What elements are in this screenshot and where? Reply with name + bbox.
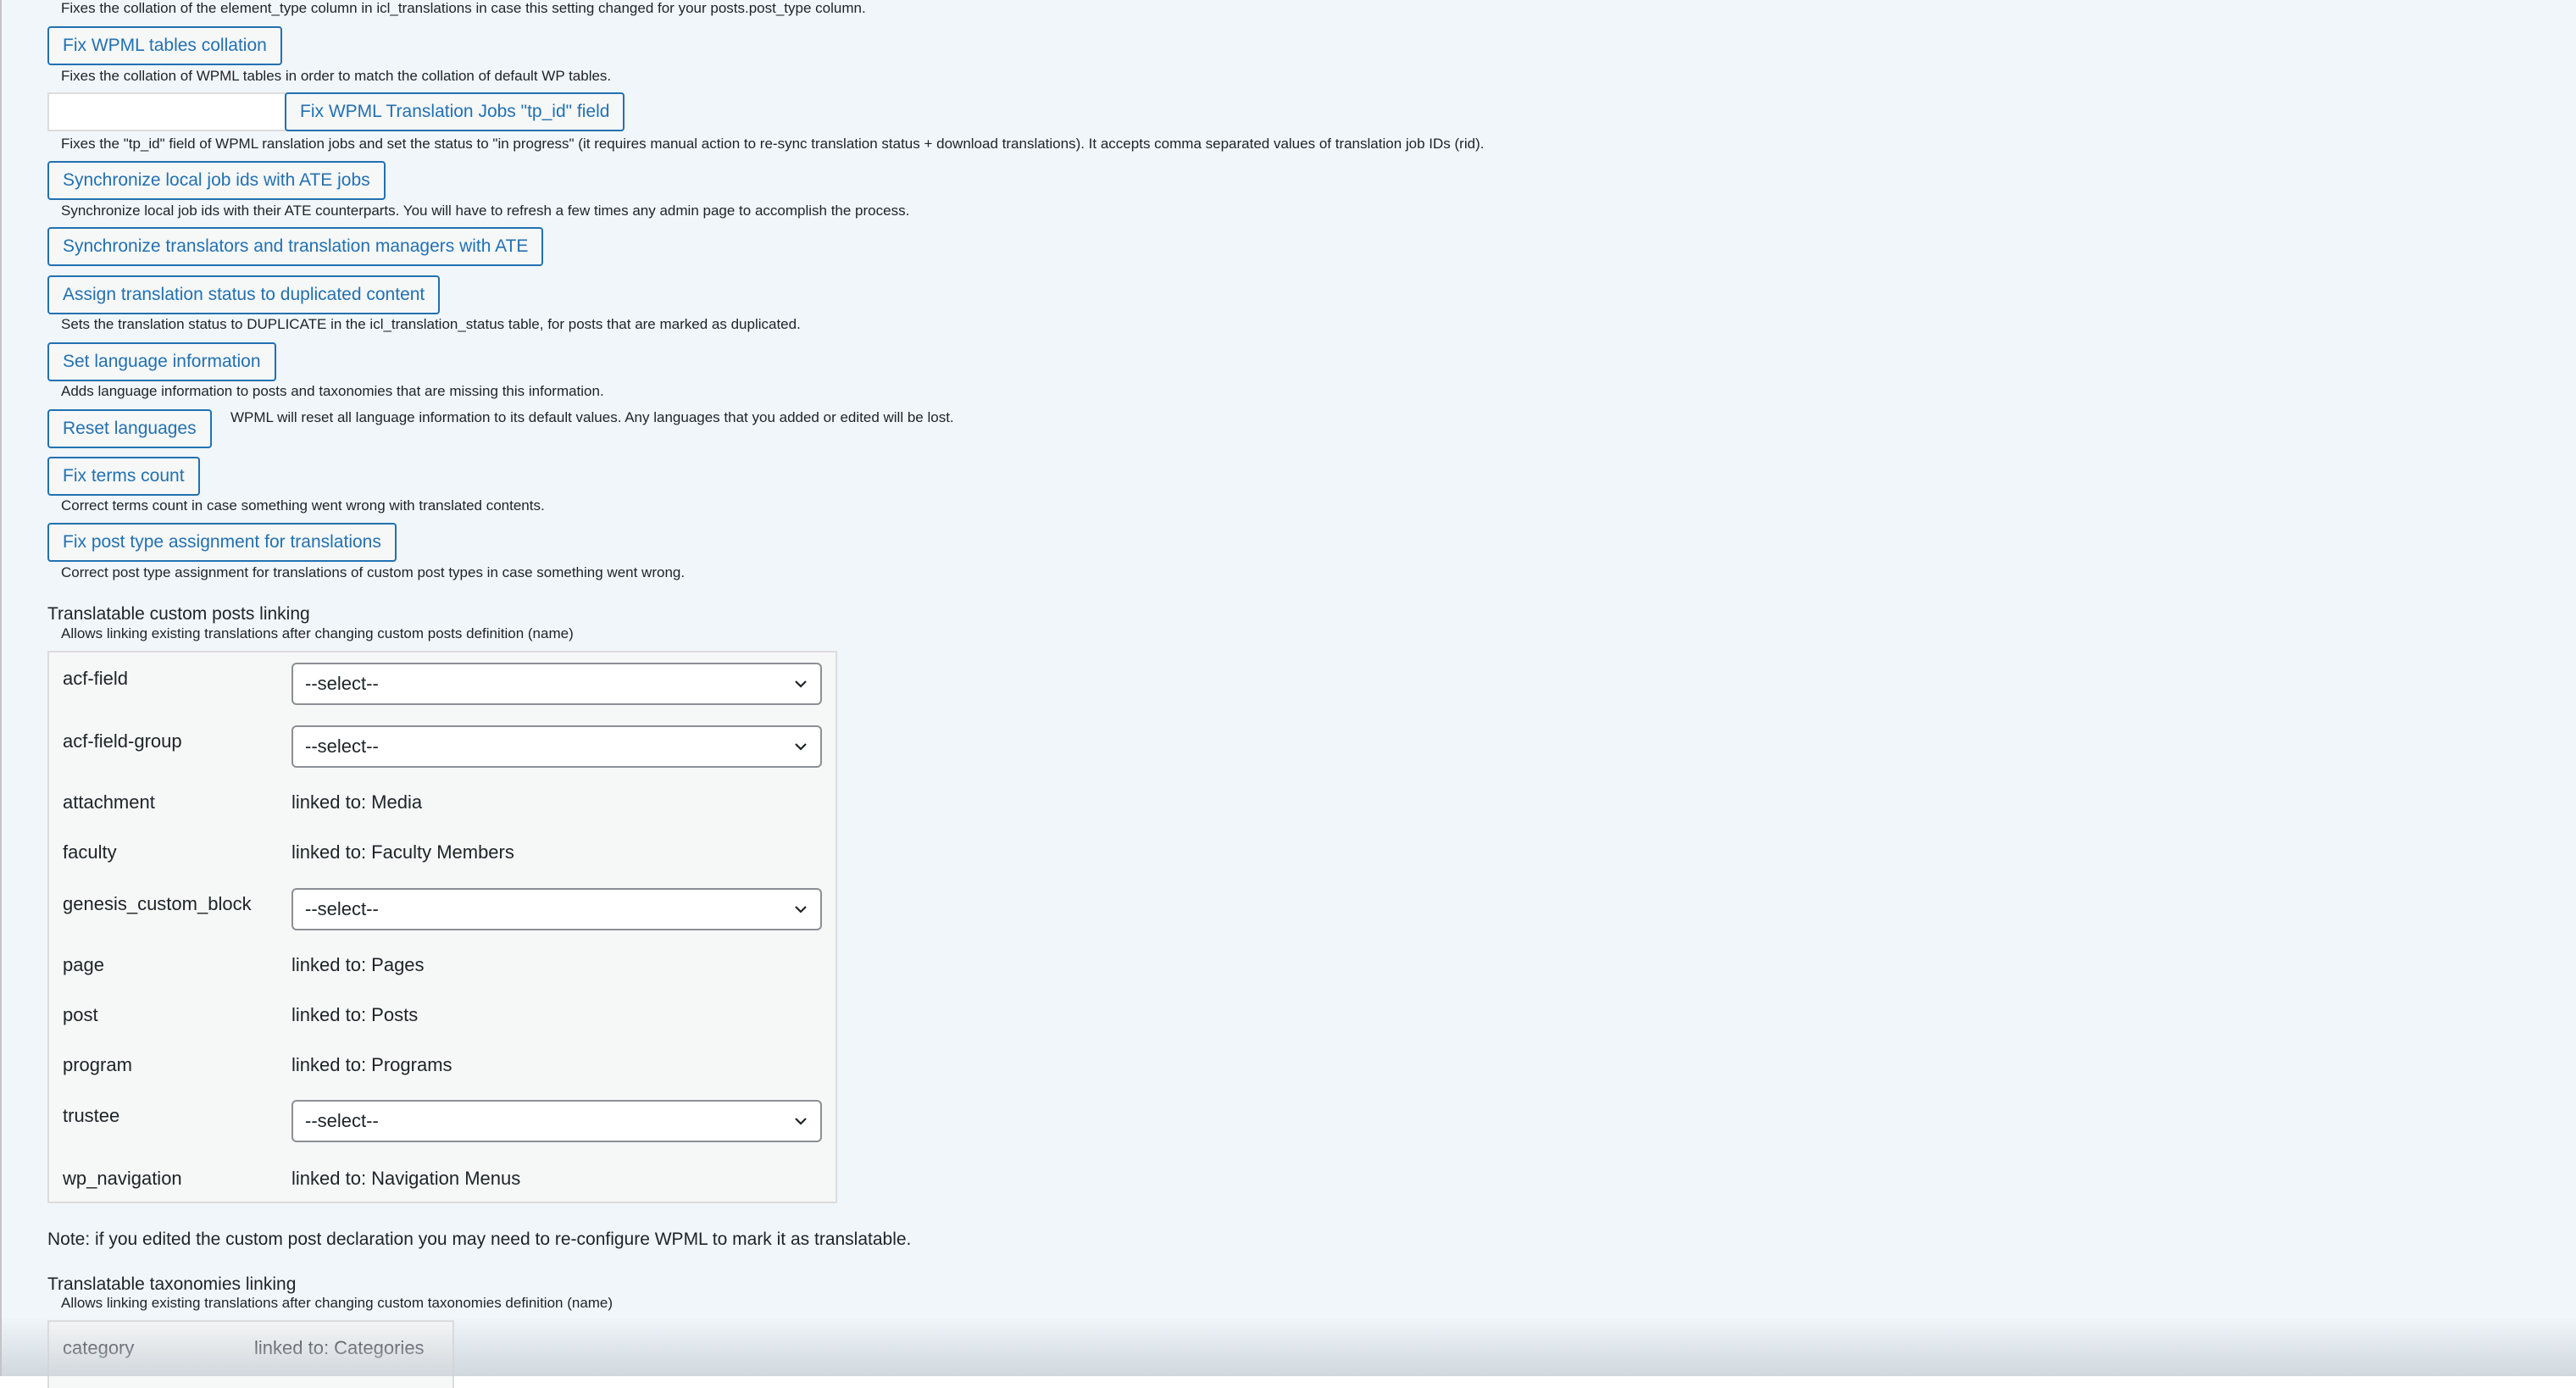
fix-tp-id-description: Fixes the "tp_id" field of WPML ranslati… (61, 136, 1485, 152)
post-type-linked-to: linked to: Navigation Menus (291, 1168, 521, 1189)
taxonomy-linked-to: linked to: Categories (254, 1337, 425, 1358)
post-type-name: trustee (63, 1105, 120, 1126)
post-type-name: wp_navigation (63, 1168, 182, 1189)
fix-terms-description: Correct terms count in case something we… (61, 497, 545, 514)
post-type-linked-to: linked to: Pages (291, 954, 425, 975)
post-type-linked-to: linked to: Media (291, 791, 423, 813)
sync-job-ids-description: Synchronize local job ids with their ATE… (61, 203, 910, 219)
assign-translation-status-button[interactable]: Assign translation status to duplicated … (47, 275, 441, 314)
post-type-linked-to: linked to: Faculty Members (291, 841, 514, 863)
post-type-linked-to: linked to: Posts (291, 1004, 419, 1025)
tp-id-input[interactable] (47, 92, 286, 131)
post-type-name: program (63, 1054, 132, 1075)
select-value: --select-- (305, 1110, 379, 1131)
select-value: --select-- (305, 736, 379, 757)
post-type-name: page (63, 954, 104, 975)
custom-posts-linking-table: acf-field --select-- acf-field-group --s… (47, 651, 837, 1203)
chevron-down-icon (795, 743, 807, 751)
post-type-name: faculty (63, 841, 117, 863)
post-type-link-select[interactable]: --select-- (291, 725, 822, 768)
custom-posts-note: Note: if you edited the custom post decl… (47, 1230, 912, 1249)
chevron-down-icon (795, 680, 807, 688)
reset-languages-button[interactable]: Reset languages (47, 409, 212, 448)
custom-posts-linking-title: Translatable custom posts linking (47, 604, 310, 624)
fix-tp-id-button[interactable]: Fix WPML Translation Jobs "tp_id" field (285, 92, 625, 131)
fix-tables-description: Fixes the collation of WPML tables in or… (61, 68, 612, 84)
fix-terms-count-button[interactable]: Fix terms count (47, 457, 200, 496)
set-language-description: Adds language information to posts and t… (61, 383, 604, 399)
post-type-name: attachment (63, 791, 155, 813)
custom-posts-linking-subtitle: Allows linking existing translations aft… (61, 625, 574, 641)
post-type-name: genesis_custom_block (63, 893, 252, 914)
post-type-link-select[interactable]: --select-- (291, 1100, 822, 1142)
fix-tables-collation-button[interactable]: Fix WPML tables collation (47, 26, 282, 65)
troubleshooting-panel: Fixes the collation of the element_type … (0, 0, 2576, 1388)
taxonomies-linking-title: Translatable taxonomies linking (47, 1274, 297, 1294)
taxonomies-linking-table: category linked to: Categories (47, 1320, 454, 1388)
assign-status-description: Sets the translation status to DUPLICATE… (61, 316, 801, 332)
chevron-down-icon (795, 906, 807, 913)
taxonomies-linking-subtitle: Allows linking existing translations aft… (61, 1295, 613, 1311)
post-type-linked-to: linked to: Programs (291, 1054, 452, 1075)
taxonomy-name: category (63, 1337, 135, 1358)
post-type-name: post (63, 1004, 98, 1025)
post-type-name: acf-field (63, 668, 129, 689)
fix-post-type-assignment-button[interactable]: Fix post type assignment for translation… (47, 523, 397, 562)
post-type-link-select[interactable]: --select-- (291, 888, 822, 930)
set-language-information-button[interactable]: Set language information (47, 342, 276, 381)
element-type-description: Fixes the collation of the element_type … (61, 0, 866, 16)
sync-translators-button[interactable]: Synchronize translators and translation … (47, 227, 544, 266)
chevron-down-icon (795, 1118, 807, 1125)
post-type-name: acf-field-group (63, 730, 182, 752)
select-value: --select-- (305, 673, 379, 694)
post-type-link-select[interactable]: --select-- (291, 663, 822, 705)
select-value: --select-- (305, 898, 379, 919)
sync-job-ids-button[interactable]: Synchronize local job ids with ATE jobs (47, 161, 386, 200)
reset-languages-description: WPML will reset all language information… (230, 409, 954, 425)
fix-post-type-description: Correct post type assignment for transla… (61, 564, 686, 580)
